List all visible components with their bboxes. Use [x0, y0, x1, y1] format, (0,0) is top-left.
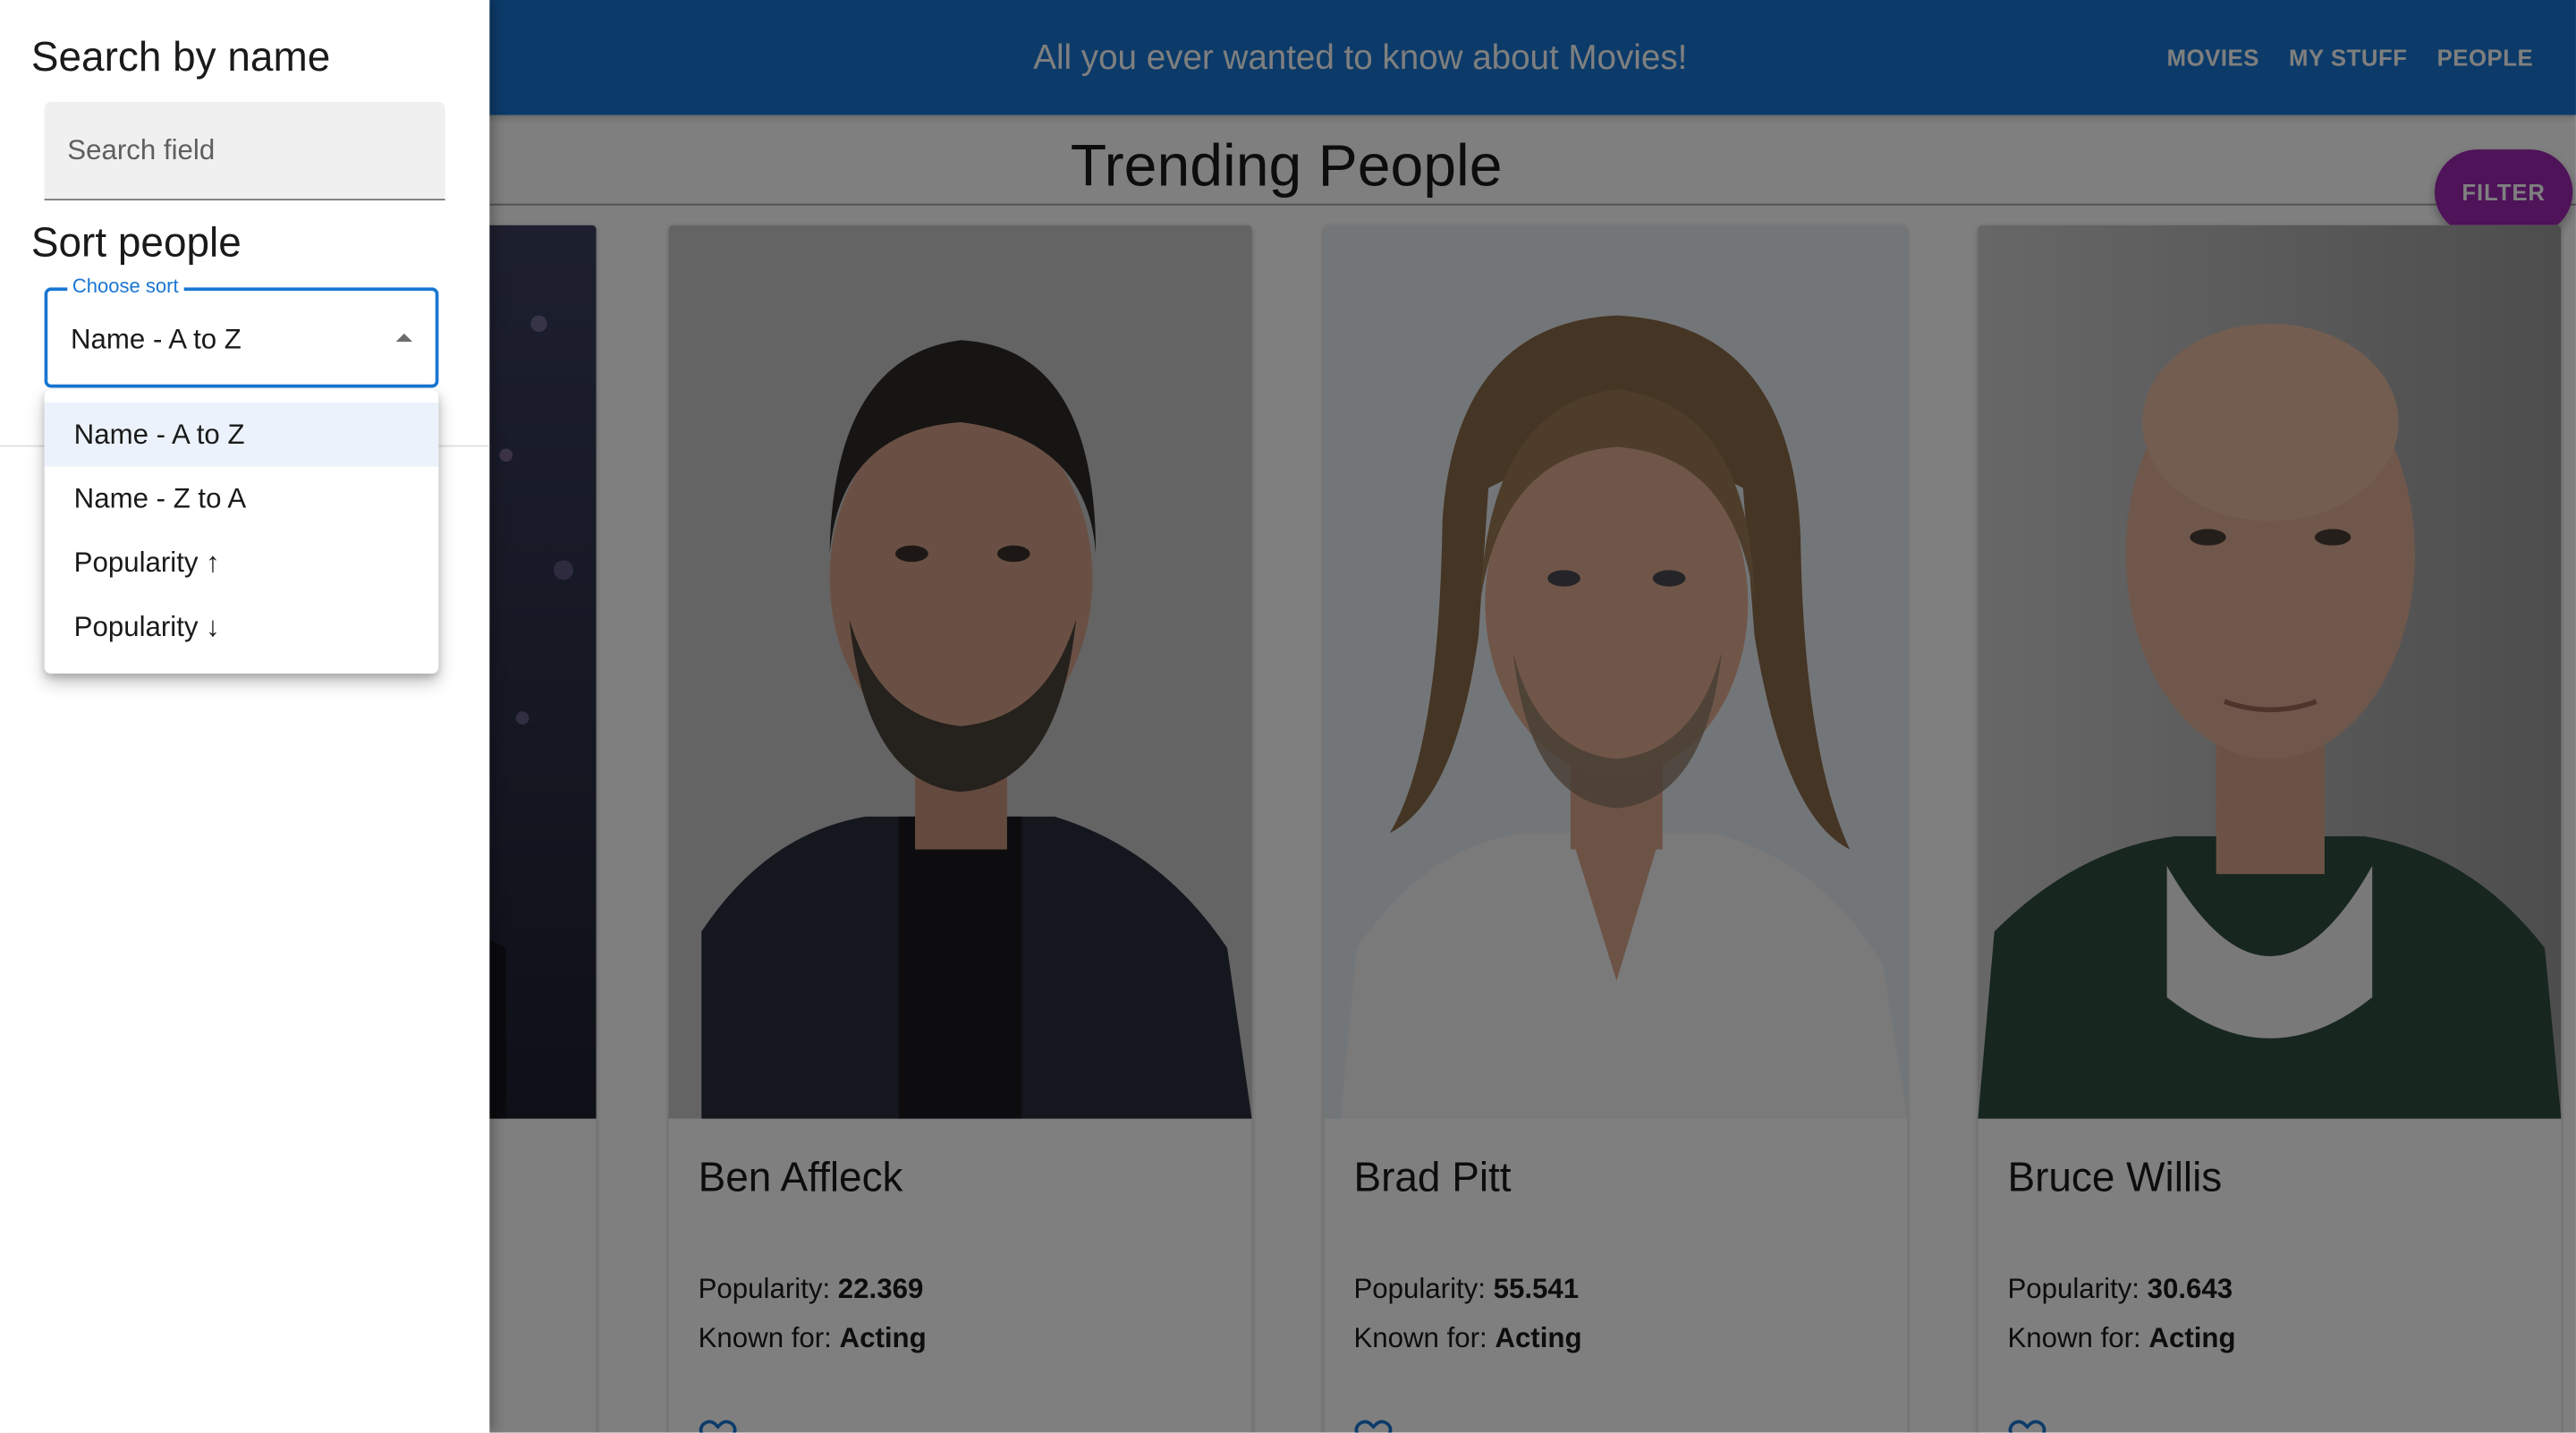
sort-select[interactable]: Choose sort Name - A to Z [44, 274, 439, 388]
sort-option-popularity-asc[interactable]: Popularity ↑ [45, 530, 439, 595]
search-heading: Search by name [30, 34, 331, 81]
sort-heading: Sort people [30, 220, 242, 267]
search-input[interactable] [44, 101, 445, 199]
sort-option-name-asc[interactable]: Name - A to Z [44, 402, 439, 467]
sort-options-menu: Name - A to Z Name - Z to A Popularity ↑… [44, 389, 439, 674]
caret-up-icon [395, 333, 413, 343]
search-field-container [44, 101, 445, 201]
sort-option-name-desc[interactable]: Name - Z to A [45, 467, 439, 531]
app-root: All you ever wanted to know about Movies… [0, 0, 2576, 1433]
filter-panel: Search by name Sort people Choose sort N… [0, 0, 490, 447]
sort-select-legend: Choose sort [67, 274, 184, 298]
sort-select-value: Name - A to Z [70, 323, 242, 355]
filter-drawer: Search by name Sort people Choose sort N… [0, 0, 490, 1433]
sort-option-popularity-desc[interactable]: Popularity ↓ [45, 595, 439, 659]
